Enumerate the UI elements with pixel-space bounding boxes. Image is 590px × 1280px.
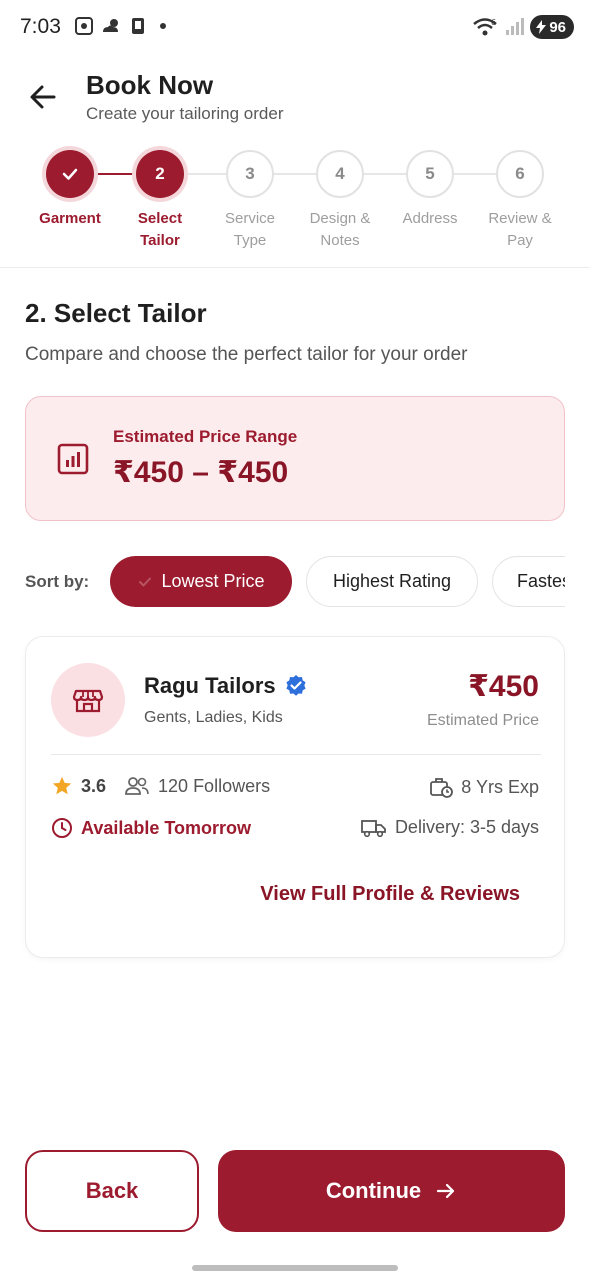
back-arrow-icon[interactable] xyxy=(26,80,60,114)
step-address[interactable]: 5 Address xyxy=(385,150,475,230)
step-label: Design & Notes xyxy=(309,210,371,249)
sort-label: Sort by: xyxy=(25,572,90,591)
shop-icon xyxy=(72,689,104,713)
battery-indicator: 96 xyxy=(530,15,574,39)
screenshot-icon xyxy=(75,17,93,35)
step-service-type[interactable]: 3 Service Type xyxy=(205,150,295,252)
tailor-delivery: Delivery: 3-5 days xyxy=(394,817,539,837)
battery-level: 96 xyxy=(549,18,566,36)
step-number: 6 xyxy=(496,150,544,198)
signal-icon xyxy=(506,18,525,35)
sort-chip-fastest[interactable]: Fastest xyxy=(492,556,565,607)
app-notification-icon xyxy=(132,18,144,34)
step-garment[interactable]: Garment xyxy=(25,150,115,230)
availability-row: Available Tomorrow xyxy=(51,817,251,839)
step-number: 2 xyxy=(136,150,184,198)
tailor-rating: 3.6 xyxy=(81,775,107,796)
svg-text:6: 6 xyxy=(491,18,496,27)
step-number: 4 xyxy=(316,150,364,198)
tailor-followers: 120 Followers xyxy=(158,775,271,796)
status-time: 7:03 xyxy=(20,15,61,38)
tailor-categories: Gents, Ladies, Kids xyxy=(144,709,283,726)
star-icon xyxy=(52,776,72,795)
clock-icon xyxy=(52,818,72,838)
followers-icon xyxy=(125,777,149,795)
system-indicators: 6 96 xyxy=(472,15,574,39)
continue-button[interactable]: Continue xyxy=(218,1150,565,1232)
price-range-label: Estimated Price Range xyxy=(113,427,298,446)
booking-stepper: Garment 2 Select Tailor 3 Service Type 4 D… xyxy=(0,150,590,260)
weather-icon xyxy=(103,19,118,32)
view-profile-link[interactable]: View Full Profile & Reviews xyxy=(260,883,520,906)
briefcase-clock-icon xyxy=(430,778,454,798)
sort-chips: Lowest Price Highest Rating Fastest xyxy=(110,556,565,608)
truck-icon xyxy=(361,819,386,837)
tailor-experience: 8 Yrs Exp xyxy=(461,776,539,797)
tailor-availability: Available Tomorrow xyxy=(81,817,252,838)
verified-badge-icon xyxy=(286,675,306,696)
tailor-avatar xyxy=(51,663,125,737)
charging-bolt-icon xyxy=(536,20,547,34)
header-divider xyxy=(0,267,590,268)
delivery-row: Delivery: 3-5 days xyxy=(361,817,539,838)
wifi-icon: 6 xyxy=(473,18,498,36)
estimated-price-card: Estimated Price Range ₹450 – ₹450 xyxy=(25,396,565,521)
tailor-price-label: Estimated Price xyxy=(426,712,539,729)
step-label: Service Type xyxy=(224,210,276,249)
back-button-label: Back xyxy=(85,1178,139,1203)
checkmark-icon xyxy=(62,168,78,180)
step-select-tailor[interactable]: 2 Select Tailor xyxy=(115,150,205,252)
experience-row: 8 Yrs Exp xyxy=(429,775,539,799)
step-complete-circle xyxy=(46,150,94,198)
tailor-name: Ragu Tailors xyxy=(144,673,276,698)
sort-chip-highest-rating[interactable]: Highest Rating xyxy=(306,556,478,607)
step-design-notes[interactable]: 4 Design & Notes xyxy=(295,150,385,252)
step-label: Address xyxy=(402,210,458,227)
home-indicator[interactable] xyxy=(192,1265,398,1271)
notification-icons xyxy=(74,16,166,36)
tailor-price: ₹450 xyxy=(468,670,539,703)
price-range-value: ₹450 – ₹450 xyxy=(113,456,289,489)
card-divider xyxy=(51,754,541,755)
arrow-right-icon xyxy=(437,1183,455,1199)
step-label: Review & Pay xyxy=(488,210,552,249)
step-number: 3 xyxy=(226,150,274,198)
more-notifications-dot xyxy=(160,23,166,29)
rating-row: 3.6 120 Followers xyxy=(51,775,270,797)
step-number: 5 xyxy=(406,150,454,198)
page-title: Book Now xyxy=(86,70,214,100)
status-bar: 7:03 6 96 xyxy=(0,0,590,56)
back-button[interactable]: Back xyxy=(25,1150,199,1232)
section-title: 2. Select Tailor xyxy=(25,298,207,328)
section-description: Compare and choose the perfect tailor fo… xyxy=(25,344,468,365)
page-subtitle: Create your tailoring order xyxy=(86,104,284,123)
tailor-card[interactable]: Ragu Tailors Gents, Ladies, Kids ₹450 Es… xyxy=(25,636,565,958)
tailor-name-row: Ragu Tailors xyxy=(144,673,308,699)
step-label: Select Tailor xyxy=(137,210,183,249)
sort-chip-lowest-price[interactable]: Lowest Price xyxy=(110,556,292,607)
continue-button-label: Continue xyxy=(325,1178,422,1203)
bar-chart-icon xyxy=(57,443,89,475)
step-label: Garment xyxy=(39,210,101,227)
step-review-pay[interactable]: 6 Review & Pay xyxy=(475,150,565,252)
checkmark-icon xyxy=(139,577,152,586)
